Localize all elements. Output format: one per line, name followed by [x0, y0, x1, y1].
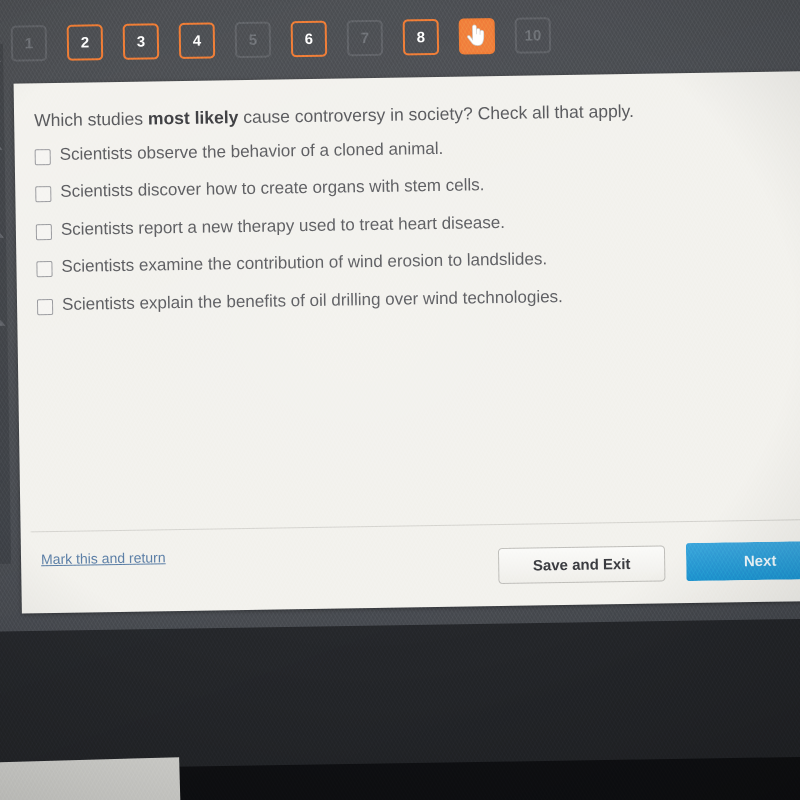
- hand-pointer-icon: [467, 24, 485, 46]
- answer-option-list[interactable]: Scientists observe the behavior of a clo…: [34, 134, 786, 333]
- question-tab-6[interactable]: 6: [290, 20, 328, 58]
- question-tab-1: 1: [10, 25, 48, 62]
- answer-option[interactable]: Scientists discover how to create organs…: [35, 171, 783, 203]
- monitor-screen: Time Active 1234567810 Which studies mos…: [0, 0, 800, 684]
- question-tab-label: 4: [192, 32, 202, 50]
- checkbox-icon[interactable]: [35, 186, 52, 203]
- question-tab-label: 3: [136, 33, 146, 51]
- question-tab-2[interactable]: 2: [66, 24, 104, 61]
- question-tab-label: 7: [360, 29, 370, 47]
- answer-option[interactable]: Scientists report a new therapy used to …: [35, 208, 784, 241]
- question-tab-label: 1: [24, 34, 34, 52]
- answer-option[interactable]: Scientists explain the benefits of oil d…: [36, 283, 785, 315]
- question-tab-7: 7: [346, 19, 384, 57]
- edge-tick-icon: [0, 231, 4, 238]
- question-card: Which studies most likely cause controve…: [13, 71, 800, 614]
- question-suffix: cause controversy in society? Check all …: [238, 100, 635, 128]
- answer-option-label: Scientists report a new therapy used to …: [60, 212, 506, 239]
- checkbox-icon[interactable]: [34, 149, 51, 166]
- answer-option-label: Scientists observe the behavior of a clo…: [59, 138, 444, 164]
- mark-this-and-return-link[interactable]: Mark this and return: [41, 549, 166, 567]
- question-tab-3[interactable]: 3: [122, 23, 160, 60]
- answer-option[interactable]: Scientists observe the behavior of a clo…: [34, 134, 783, 166]
- checkbox-icon[interactable]: [36, 298, 54, 315]
- photographed-screen: Time Active 1234567810 Which studies mos…: [0, 0, 800, 800]
- question-tab-10: 10: [514, 17, 552, 54]
- question-tab-9[interactable]: [458, 18, 496, 55]
- question-tab-label: 10: [524, 26, 542, 45]
- question-emphasis: most likely: [147, 107, 239, 129]
- next-button[interactable]: Next: [686, 540, 800, 581]
- answer-option[interactable]: Scientists examine the contribution of w…: [36, 246, 784, 278]
- checkbox-icon[interactable]: [35, 223, 53, 241]
- answer-option-label: Scientists explain the benefits of oil d…: [61, 286, 563, 314]
- edge-tick-icon: [0, 55, 2, 62]
- question-tab-label: 8: [416, 28, 426, 46]
- answer-option-label: Scientists examine the contribution of w…: [61, 249, 548, 277]
- answer-option-label: Scientists discover how to create organs…: [60, 175, 485, 202]
- checkbox-icon[interactable]: [36, 261, 53, 278]
- edge-tick-icon: [0, 319, 6, 326]
- question-prefix: Which studies: [33, 108, 149, 131]
- background-window-sliver: [0, 757, 181, 800]
- footer-divider: [30, 519, 800, 533]
- question-tab-5: 5: [234, 21, 272, 59]
- question-tab-label: 5: [248, 31, 258, 49]
- question-text: Which studies most likely cause controve…: [34, 98, 778, 133]
- question-tab-label: 2: [80, 33, 90, 52]
- save-and-exit-button[interactable]: Save and Exit: [497, 545, 666, 585]
- question-tab-label: 6: [304, 30, 314, 48]
- edge-tick-icon: [0, 143, 3, 150]
- question-tab-4[interactable]: 4: [178, 22, 216, 60]
- question-tab-8[interactable]: 8: [402, 18, 440, 56]
